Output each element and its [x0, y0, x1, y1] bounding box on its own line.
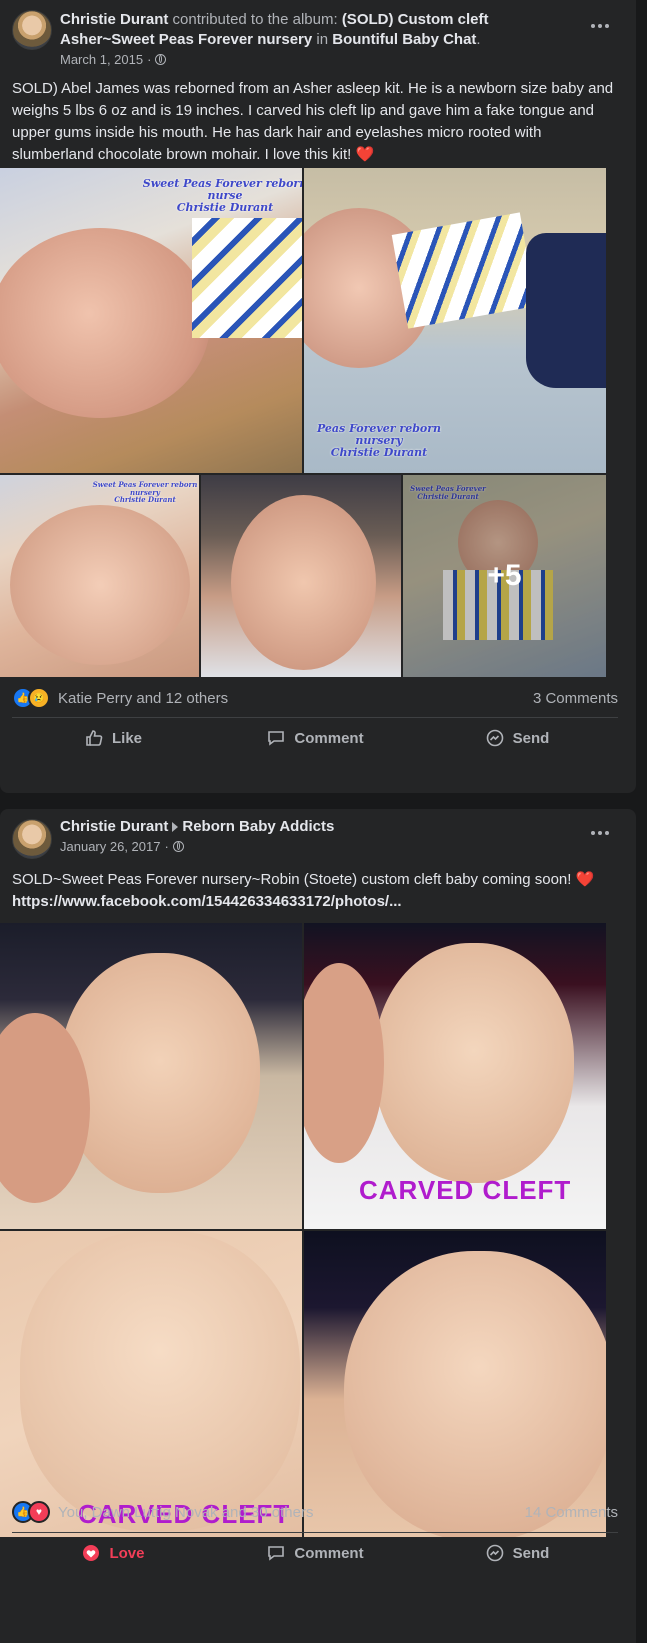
sad-reaction-icon[interactable]: 😢 [28, 687, 50, 709]
photo-3[interactable]: CARVED CLEFT [0, 1231, 302, 1537]
baby-face-shape [10, 505, 190, 665]
doll-head-shape [344, 1251, 606, 1537]
photo-5[interactable]: Sweet Peas Forever Christie Durant +5 [403, 475, 606, 677]
more-options-button[interactable] [584, 817, 616, 849]
meta-dot: · [147, 52, 152, 67]
reactions-bar: 👍 😢 Katie Perry and 12 others 3 Comments [12, 686, 618, 710]
photo-4[interactable] [304, 1231, 606, 1537]
photo-3[interactable]: Sweet Peas Forever reborn nursery Christi… [0, 475, 199, 677]
comment-icon [268, 731, 285, 746]
reactions-names[interactable]: Katie Perry and 12 others [58, 690, 228, 707]
love-label: Love [109, 1544, 145, 1562]
heart-icon [83, 1545, 100, 1561]
photo-1[interactable]: Sweet Peas Forever reborn nurse Christie … [0, 168, 302, 473]
comments-count[interactable]: 14 Comments [525, 1504, 618, 1521]
like-button[interactable]: Like [12, 720, 214, 756]
doll-head-shape [60, 953, 260, 1193]
post-meta: January 26, 2017 · [60, 839, 184, 854]
more-photos-overlay[interactable]: +5 [403, 475, 606, 677]
send-button[interactable]: Send [416, 1535, 618, 1571]
doll-head-shape [374, 943, 574, 1183]
send-label: Send [512, 1544, 550, 1562]
author-avatar[interactable] [12, 819, 52, 859]
hand-shape [304, 963, 384, 1163]
watermark: Sweet Peas Forever reborn nurse Christie … [142, 177, 302, 215]
comment-button[interactable]: Comment [214, 1535, 416, 1571]
author-name[interactable]: Christie Durant [60, 11, 168, 28]
comment-label: Comment [294, 729, 364, 747]
action-bar: Love Comment Send [12, 1535, 618, 1571]
comment-button[interactable]: Comment [214, 720, 416, 756]
caret-right-icon [172, 822, 179, 833]
baby-face-shape [231, 495, 376, 670]
thumbs-up-icon [86, 730, 103, 746]
post-card: Christie Durant contributed to the album… [0, 0, 636, 793]
period: . [476, 31, 481, 48]
watermark: Sweet Peas Forever reborn nursery Christi… [92, 480, 198, 505]
meta-dot: · [164, 839, 169, 854]
post-text-body: SOLD) Abel James was reborned from an As… [12, 80, 614, 163]
baby-face-shape [0, 228, 210, 418]
post-meta: March 1, 2015 · [60, 52, 167, 67]
carved-cleft-caption: CARVED CLEFT [359, 1175, 572, 1205]
in-text: in [316, 31, 329, 48]
photo-1[interactable] [0, 923, 302, 1229]
post-date[interactable]: January 26, 2017 [60, 839, 160, 854]
post-header: Christie Durant contributed to the album… [60, 10, 576, 50]
reactions-bar: 👍 ♥ You, Dawn Luttig Novak and 30 others… [12, 1500, 618, 1524]
send-label: Send [512, 729, 550, 747]
post-text: SOLD~Sweet Peas Forever nursery~Robin (S… [12, 869, 622, 913]
heart-emoji: ❤️ [575, 871, 595, 888]
navy-pants [526, 233, 606, 388]
divider [12, 717, 618, 718]
messenger-icon [486, 1544, 503, 1562]
comment-icon [268, 1546, 285, 1561]
like-label: Like [111, 729, 142, 747]
globe-icon [155, 54, 167, 65]
post-card: Christie Durant Reborn Baby Addicts Janua… [0, 809, 636, 1643]
love-reaction-icon[interactable]: ♥ [28, 1501, 50, 1523]
love-button[interactable]: Love [12, 1535, 214, 1571]
group-link[interactable]: Reborn Baby Addicts [182, 818, 334, 835]
post-header: Christie Durant Reborn Baby Addicts [60, 817, 576, 837]
striped-shirt [192, 218, 302, 338]
send-button[interactable]: Send [416, 720, 618, 756]
group-link[interactable]: Bountiful Baby Chat [332, 31, 476, 48]
divider [12, 1532, 618, 1533]
watermark: Peas Forever reborn nursery Christie Dura… [316, 422, 442, 460]
author-name[interactable]: Christie Durant [60, 818, 168, 835]
photo-2[interactable]: Peas Forever reborn nursery Christie Dura… [304, 168, 606, 473]
contrib-text: contributed to the album: [172, 11, 338, 28]
comments-count[interactable]: 3 Comments [533, 690, 618, 707]
globe-icon [172, 841, 184, 852]
photo-4[interactable] [201, 475, 401, 677]
striped-shirt [391, 212, 537, 329]
heart-emoji: ❤️ [355, 146, 375, 163]
post-text-body: SOLD~Sweet Peas Forever nursery~Robin (S… [12, 871, 572, 888]
action-bar: Like Comment Send [12, 720, 618, 756]
more-options-button[interactable] [584, 10, 616, 42]
reactions-names[interactable]: You, Dawn Luttig Novak and 30 others [58, 1504, 313, 1521]
post-link[interactable]: https://www.facebook.com/154426334633172… [12, 893, 402, 910]
post-date[interactable]: March 1, 2015 [60, 52, 143, 67]
photo-2[interactable]: CARVED CLEFT [304, 923, 606, 1229]
doll-head-shape [20, 1231, 300, 1531]
post-text: SOLD) Abel James was reborned from an As… [12, 78, 622, 166]
comment-label: Comment [294, 1544, 364, 1562]
messenger-icon [486, 729, 503, 747]
author-avatar[interactable] [12, 10, 52, 50]
